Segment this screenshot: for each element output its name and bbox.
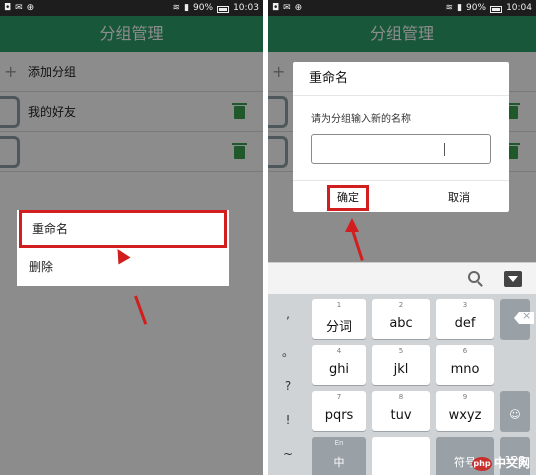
signal-icon: ▮ — [457, 3, 463, 13]
dialog-title: 重命名 — [293, 62, 509, 96]
emoji-key[interactable]: ☺ — [500, 391, 530, 431]
search-icon[interactable] — [468, 271, 480, 283]
watermark-text: 中文网 — [493, 456, 530, 470]
period-key[interactable]: 。 — [272, 334, 304, 370]
watermark-badge: php — [471, 456, 492, 471]
comma-key[interactable]: , — [272, 296, 304, 332]
right-screen: ◘ ✉ ⊕ ≋ ▮ 90% 10:04 分组管理 + 添加分组 重命名 请为分组… — [268, 0, 536, 475]
keyboard-toolbar — [268, 262, 536, 294]
app-icon: ⊕ — [294, 3, 303, 13]
punctuation-column: , 。 ? ! ~ — [268, 294, 306, 475]
clock: 10:03 — [233, 3, 259, 13]
tilde-key[interactable]: ~ — [272, 436, 304, 472]
battery-percent: 90% — [193, 3, 214, 13]
space-key[interactable] — [372, 437, 430, 475]
text-cursor — [444, 143, 445, 156]
key-4[interactable]: 4 ghi — [312, 345, 366, 385]
key-2[interactable]: 2 abc — [372, 299, 430, 339]
key-6[interactable]: 6 mno — [436, 345, 494, 385]
group-name-input[interactable] — [311, 134, 491, 164]
rename-dialog: 重命名 请为分组输入新的名称 确定 取消 — [293, 62, 509, 212]
backspace-key[interactable] — [500, 299, 534, 339]
question-key[interactable]: ? — [272, 368, 304, 404]
left-screen: ◘ ✉ ⊕ ≋ ▮ 90% 10:03 分组管理 + 添加分组 我的好友 重命名… — [0, 0, 263, 475]
dialog-prompt: 请为分组输入新的名称 — [311, 114, 411, 125]
cancel-button[interactable]: 取消 — [439, 185, 479, 211]
status-bar: ◘ ✉ ⊕ ≋ ▮ 90% 10:03 — [0, 0, 263, 16]
clock: 10:04 — [506, 3, 532, 13]
confirm-button[interactable]: 确定 — [327, 185, 369, 211]
wifi-icon: ≋ — [172, 3, 181, 13]
lang-switch-key[interactable]: En 中 — [312, 437, 366, 475]
status-bar: ◘ ✉ ⊕ ≋ ▮ 90% 10:04 — [268, 0, 536, 16]
notification-icon: ◘ — [272, 3, 280, 13]
battery-icon — [490, 5, 503, 13]
key-8[interactable]: 8 tuv — [372, 391, 430, 431]
key-7[interactable]: 7 pqrs — [312, 391, 366, 431]
smiley-icon: ☺ — [509, 408, 521, 421]
dialog-actions: 确定 取消 — [293, 180, 509, 212]
key-5[interactable]: 5 jkl — [372, 345, 430, 385]
backspace-icon — [514, 312, 534, 324]
notification-icon: ◘ — [4, 3, 12, 13]
key-1[interactable]: 1 分词 — [312, 299, 366, 339]
watermark: php 中文网 — [471, 454, 530, 471]
rename-menu-item[interactable]: 重命名 — [19, 210, 227, 248]
key-9[interactable]: 9 wxyz — [436, 391, 494, 431]
app-icon: ⊕ — [26, 3, 35, 13]
t9-keyboard: , 。 ? ! ~ 1 分词 2 abc 3 def 4 ghi 5 jkl — [268, 294, 536, 475]
hide-keyboard-icon[interactable] — [504, 271, 522, 287]
message-icon: ✉ — [283, 3, 291, 13]
exclaim-key[interactable]: ! — [272, 402, 304, 438]
message-icon: ✉ — [15, 3, 23, 13]
key-3[interactable]: 3 def — [436, 299, 494, 339]
battery-percent: 90% — [466, 3, 487, 13]
wifi-icon: ≋ — [445, 3, 454, 13]
battery-icon — [217, 5, 230, 13]
signal-icon: ▮ — [184, 3, 190, 13]
